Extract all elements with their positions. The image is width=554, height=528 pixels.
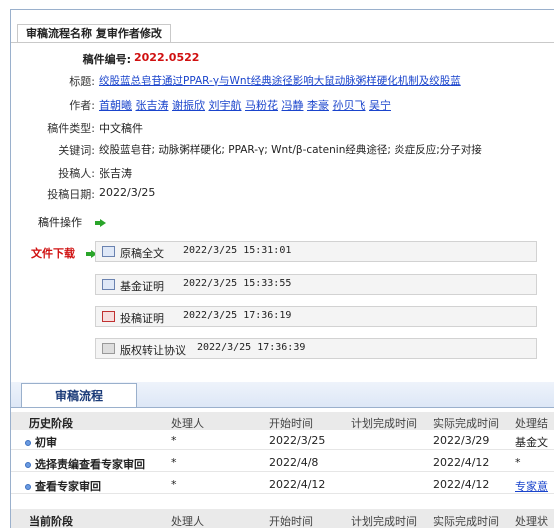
table-row[interactable]: 选择责编查看专家审回 * 2022/4/8 2022/4/12 * (11, 453, 554, 472)
manuscript-id-value: 2022.0522 (134, 51, 200, 64)
col-start-time: 开始时间 (269, 515, 313, 528)
document-icon (102, 343, 115, 354)
table-row[interactable]: 初审 * 2022/3/25 2022/3/29 基金文 (11, 431, 554, 450)
author-link[interactable]: 刘宇航 (209, 99, 242, 112)
handler: * (171, 478, 177, 491)
file-row[interactable]: 原稿全文 2022/3/25 15:31:01 (95, 241, 537, 262)
file-time: 2022/3/25 17:36:39 (197, 342, 306, 353)
handler: * (171, 434, 177, 447)
author-link[interactable]: 谢振欣 (172, 99, 205, 112)
file-row[interactable]: 投稿证明 2022/3/25 17:36:19 (95, 306, 537, 327)
title-link[interactable]: 绞股蓝总皂苷通过PPAR-γ与Wnt经典途径影响大鼠动脉粥样硬化机制及绞股蓝 (99, 73, 461, 88)
workflow-name-tab[interactable]: 审稿流程名称 复审作者修改 (17, 24, 171, 43)
stage-name: 选择责编查看专家审回 (25, 456, 145, 472)
author-link[interactable]: 冯静 (282, 99, 304, 112)
actual-finish: 2022/3/29 (433, 434, 490, 447)
col-history-stage: 历史阶段 (29, 417, 73, 430)
current-header-row: 当前阶段 处理人 开始时间 计划完成时间 实际完成时间 处理状 (11, 509, 554, 528)
col-start-time: 开始时间 (269, 417, 313, 430)
start-time: 2022/4/8 (269, 456, 319, 469)
download-label: 文件下载 (31, 247, 75, 260)
bullet-icon (25, 484, 31, 490)
green-arrow-icon (94, 219, 106, 227)
title-label: 标题: (69, 75, 95, 88)
handler: * (171, 456, 177, 469)
manuscript-id-label: 稿件编号: (82, 53, 131, 66)
ops-label: 稿件操作 (38, 216, 82, 229)
authors-label: 作者: (69, 99, 95, 112)
pdf-icon (102, 311, 115, 322)
col-current-stage: 当前阶段 (29, 515, 73, 528)
type-value: 中文稿件 (99, 122, 143, 135)
submitter-value: 张吉涛 (99, 167, 132, 180)
result-link[interactable]: 专家意 (515, 478, 548, 494)
file-name[interactable]: 版权转让协议 (120, 342, 186, 358)
submitter-label: 投稿人: (58, 167, 95, 180)
history-header-row: 历史阶段 处理人 开始时间 计划完成时间 实际完成时间 处理结 (11, 412, 554, 430)
bullet-icon (25, 440, 31, 446)
file-name[interactable]: 基金证明 (120, 278, 164, 294)
col-handler: 处理人 (171, 515, 204, 528)
author-link[interactable]: 张吉涛 (136, 99, 169, 112)
date-value: 2022/3/25 (99, 186, 156, 199)
type-label: 稿件类型: (47, 122, 95, 135)
table-row[interactable]: 查看专家审回 * 2022/4/12 2022/4/12 专家意 (11, 475, 554, 494)
author-link[interactable]: 首朝曦 (99, 99, 132, 112)
stage-name: 查看专家审回 (25, 478, 101, 494)
result: 基金文 (515, 436, 548, 449)
date-label: 投稿日期: (47, 188, 95, 201)
col-status: 处理状 (515, 515, 548, 528)
col-planned-finish: 计划完成时间 (351, 417, 417, 430)
flow-divider (11, 407, 554, 408)
file-row[interactable]: 基金证明 2022/3/25 15:33:55 (95, 274, 537, 295)
manuscript-ops[interactable]: 稿件操作 (38, 214, 106, 230)
file-row[interactable]: 版权转让协议 2022/3/25 17:36:39 (95, 338, 537, 359)
result: * (515, 456, 521, 469)
stage-name: 初审 (25, 434, 57, 450)
keywords-value: 绞股蓝皂苷; 动脉粥样硬化; PPAR-γ; Wnt/β-catenin经典途径… (99, 144, 482, 156)
word-doc-icon (102, 279, 115, 290)
word-doc-icon (102, 246, 115, 257)
author-link[interactable]: 孙贝飞 (333, 99, 366, 112)
col-handler: 处理人 (171, 417, 204, 430)
col-result: 处理结 (515, 417, 548, 430)
author-link[interactable]: 吴宁 (369, 99, 391, 112)
col-planned-finish: 计划完成时间 (351, 515, 417, 528)
file-name[interactable]: 投稿证明 (120, 310, 164, 326)
authors-list: 首朝曦 张吉涛 谢振欣 刘宇航 马粉花 冯静 李豪 孙贝飞 吴宁 (99, 97, 391, 113)
file-time: 2022/3/25 17:36:19 (183, 310, 292, 321)
col-actual-finish: 实际完成时间 (433, 417, 499, 430)
manuscript-panel: 审稿流程名称 复审作者修改 稿件编号: 2022.0522 标题: 绞股蓝总皂苷… (10, 9, 554, 528)
file-time: 2022/3/25 15:31:01 (183, 245, 292, 256)
start-time: 2022/3/25 (269, 434, 326, 447)
bullet-icon (25, 462, 31, 468)
file-name[interactable]: 原稿全文 (120, 245, 164, 261)
keywords-label: 关键词: (58, 144, 95, 157)
start-time: 2022/4/12 (269, 478, 326, 491)
author-link[interactable]: 李豪 (307, 99, 329, 112)
col-actual-finish: 实际完成时间 (433, 515, 499, 528)
author-link[interactable]: 马粉花 (245, 99, 278, 112)
download-section: 文件下载 (31, 245, 97, 261)
actual-finish: 2022/4/12 (433, 478, 490, 491)
tab-review-flow[interactable]: 审稿流程 (21, 383, 137, 408)
tab-divider (11, 42, 554, 43)
file-time: 2022/3/25 15:33:55 (183, 278, 292, 289)
actual-finish: 2022/4/12 (433, 456, 490, 469)
